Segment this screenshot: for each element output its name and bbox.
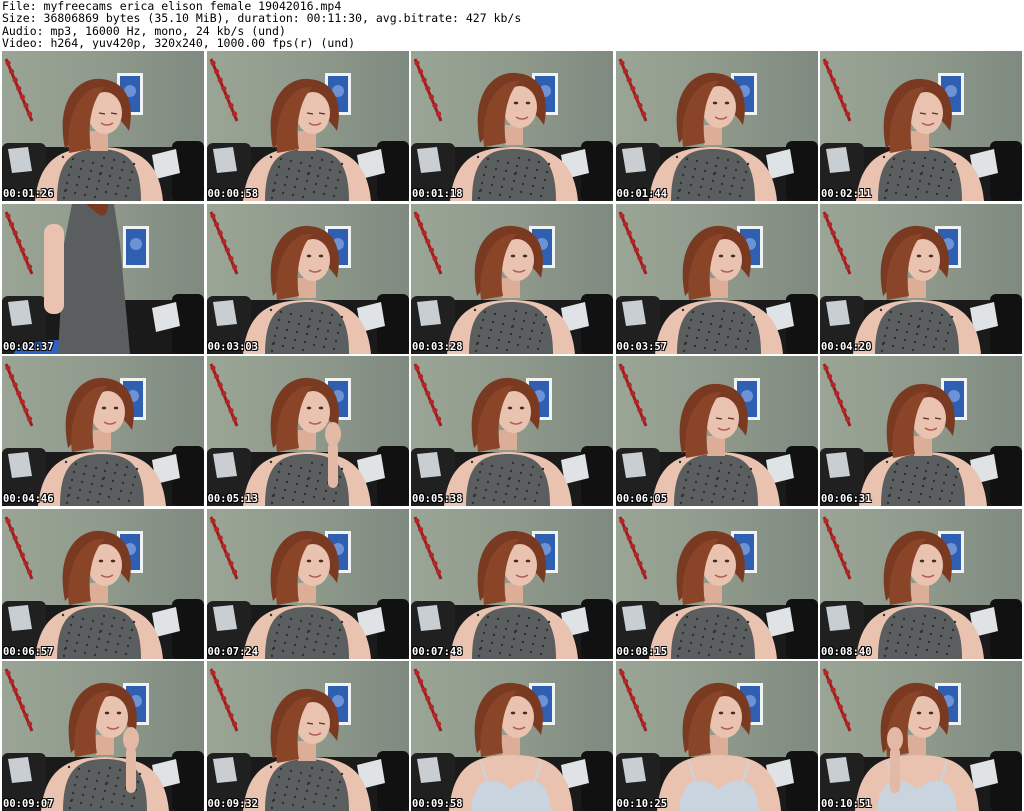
frame-scene	[411, 508, 613, 659]
timestamp-label: 00:01:26	[3, 188, 54, 200]
frame-scene	[615, 661, 818, 811]
frame-scene	[206, 508, 409, 659]
video-thumbnail[interactable]: 00:10:25	[615, 661, 818, 811]
video-thumbnail[interactable]: 00:01:18	[411, 51, 613, 201]
frame-scene	[2, 508, 204, 659]
frame-scene	[2, 661, 204, 811]
timestamp-label: 00:03:03	[207, 340, 259, 353]
timestamp-label: 00:09:58	[412, 798, 463, 810]
thumbnail-grid: 00:01:26 00:00:58 00:01:18 00:01:44 00:02:11…	[2, 51, 1022, 811]
file-size-line: Size: 36806869 bytes (35.10 MiB), durati…	[2, 12, 522, 25]
video-thumbnail[interactable]: 00:07:24	[206, 508, 409, 659]
frame-scene	[820, 661, 1022, 811]
video-thumbnail[interactable]: 00:05:13	[206, 356, 409, 506]
frame-scene	[820, 203, 1022, 354]
timestamp-label: 00:08:40	[821, 645, 872, 658]
frame-scene	[411, 356, 613, 506]
video-thumbnail[interactable]: 00:03:28	[411, 203, 613, 354]
timestamp-label: 00:07:24	[207, 645, 259, 658]
video-thumbnail[interactable]: 00:02:11	[820, 51, 1022, 201]
video-thumbnail[interactable]: 00:09:58	[411, 661, 613, 811]
timestamp-label: 00:01:18	[412, 188, 463, 200]
timestamp-label: 00:05:38	[412, 493, 463, 505]
frame-scene	[2, 356, 204, 506]
video-thumbnail[interactable]: 00:03:03	[206, 203, 409, 354]
timestamp-label: 00:09:32	[207, 798, 259, 810]
frame-scene	[820, 356, 1022, 506]
video-thumbnail[interactable]: 00:02:37	[2, 203, 204, 354]
frame-scene	[206, 356, 409, 506]
frame-scene	[411, 203, 613, 354]
video-thumbnail[interactable]: 00:09:07	[2, 661, 204, 811]
frame-scene	[2, 203, 204, 354]
timestamp-label: 00:07:48	[412, 645, 463, 658]
timestamp-label: 00:01:44	[616, 188, 668, 200]
frame-scene	[615, 203, 818, 354]
video-thumbnail[interactable]: 00:06:31	[820, 356, 1022, 506]
video-thumbnail[interactable]: 00:09:32	[206, 661, 409, 811]
frame-scene	[820, 508, 1022, 659]
frame-scene	[411, 661, 613, 811]
audio-info-line: Audio: mp3, 16000 Hz, mono, 24 kb/s (und…	[2, 24, 286, 37]
timestamp-label: 00:03:57	[616, 340, 668, 353]
timestamp-label: 00:08:15	[616, 645, 668, 658]
video-thumbnail[interactable]: 00:06:05	[615, 356, 818, 506]
video-thumbnail[interactable]: 00:08:40	[820, 508, 1022, 659]
video-thumbnail[interactable]: 00:07:48	[411, 508, 613, 659]
video-thumbnail[interactable]: 00:03:57	[615, 203, 818, 354]
frame-scene	[206, 661, 409, 811]
frame-scene	[615, 508, 818, 659]
video-thumbnail[interactable]: 00:01:44	[615, 51, 818, 201]
timestamp-label: 00:02:37	[3, 340, 54, 353]
timestamp-label: 00:06:31	[821, 493, 872, 505]
frame-scene	[411, 51, 613, 201]
video-info-line: Video: h264, yuv420p, 320x240, 1000.00 f…	[2, 36, 356, 50]
file-info-header: File: myfreecams_erica_elison_female_190…	[2, 0, 1022, 50]
video-thumbnail[interactable]: 00:08:15	[615, 508, 818, 659]
timestamp-label: 00:10:25	[616, 798, 668, 810]
timestamp-label: 00:04:20	[821, 340, 872, 353]
frame-scene	[206, 203, 409, 354]
timestamp-label: 00:06:57	[3, 645, 54, 658]
frame-scene	[820, 51, 1022, 201]
video-thumbnail[interactable]: 00:06:57	[2, 508, 204, 659]
timestamp-label: 00:03:28	[412, 340, 463, 353]
video-thumbnail[interactable]: 00:10:51	[820, 661, 1022, 811]
timestamp-label: 00:06:05	[616, 493, 668, 505]
timestamp-label: 00:09:07	[3, 798, 54, 810]
file-name-line: File: myfreecams_erica_elison_female_190…	[2, 0, 342, 13]
video-thumbnail[interactable]: 00:04:46	[2, 356, 204, 506]
frame-scene	[206, 51, 409, 201]
video-thumbnail[interactable]: 00:01:26	[2, 51, 204, 201]
frame-scene	[615, 51, 818, 201]
timestamp-label: 00:02:11	[821, 188, 872, 200]
frame-scene	[615, 356, 818, 506]
timestamp-label: 00:05:13	[207, 493, 259, 505]
frame-scene	[2, 51, 204, 201]
timestamp-label: 00:00:58	[207, 188, 259, 200]
timestamp-label: 00:10:51	[821, 798, 872, 810]
video-thumbnail[interactable]: 00:04:20	[820, 203, 1022, 354]
video-thumbnail[interactable]: 00:00:58	[206, 51, 409, 201]
timestamp-label: 00:04:46	[3, 493, 54, 505]
video-thumbnail[interactable]: 00:05:38	[411, 356, 613, 506]
